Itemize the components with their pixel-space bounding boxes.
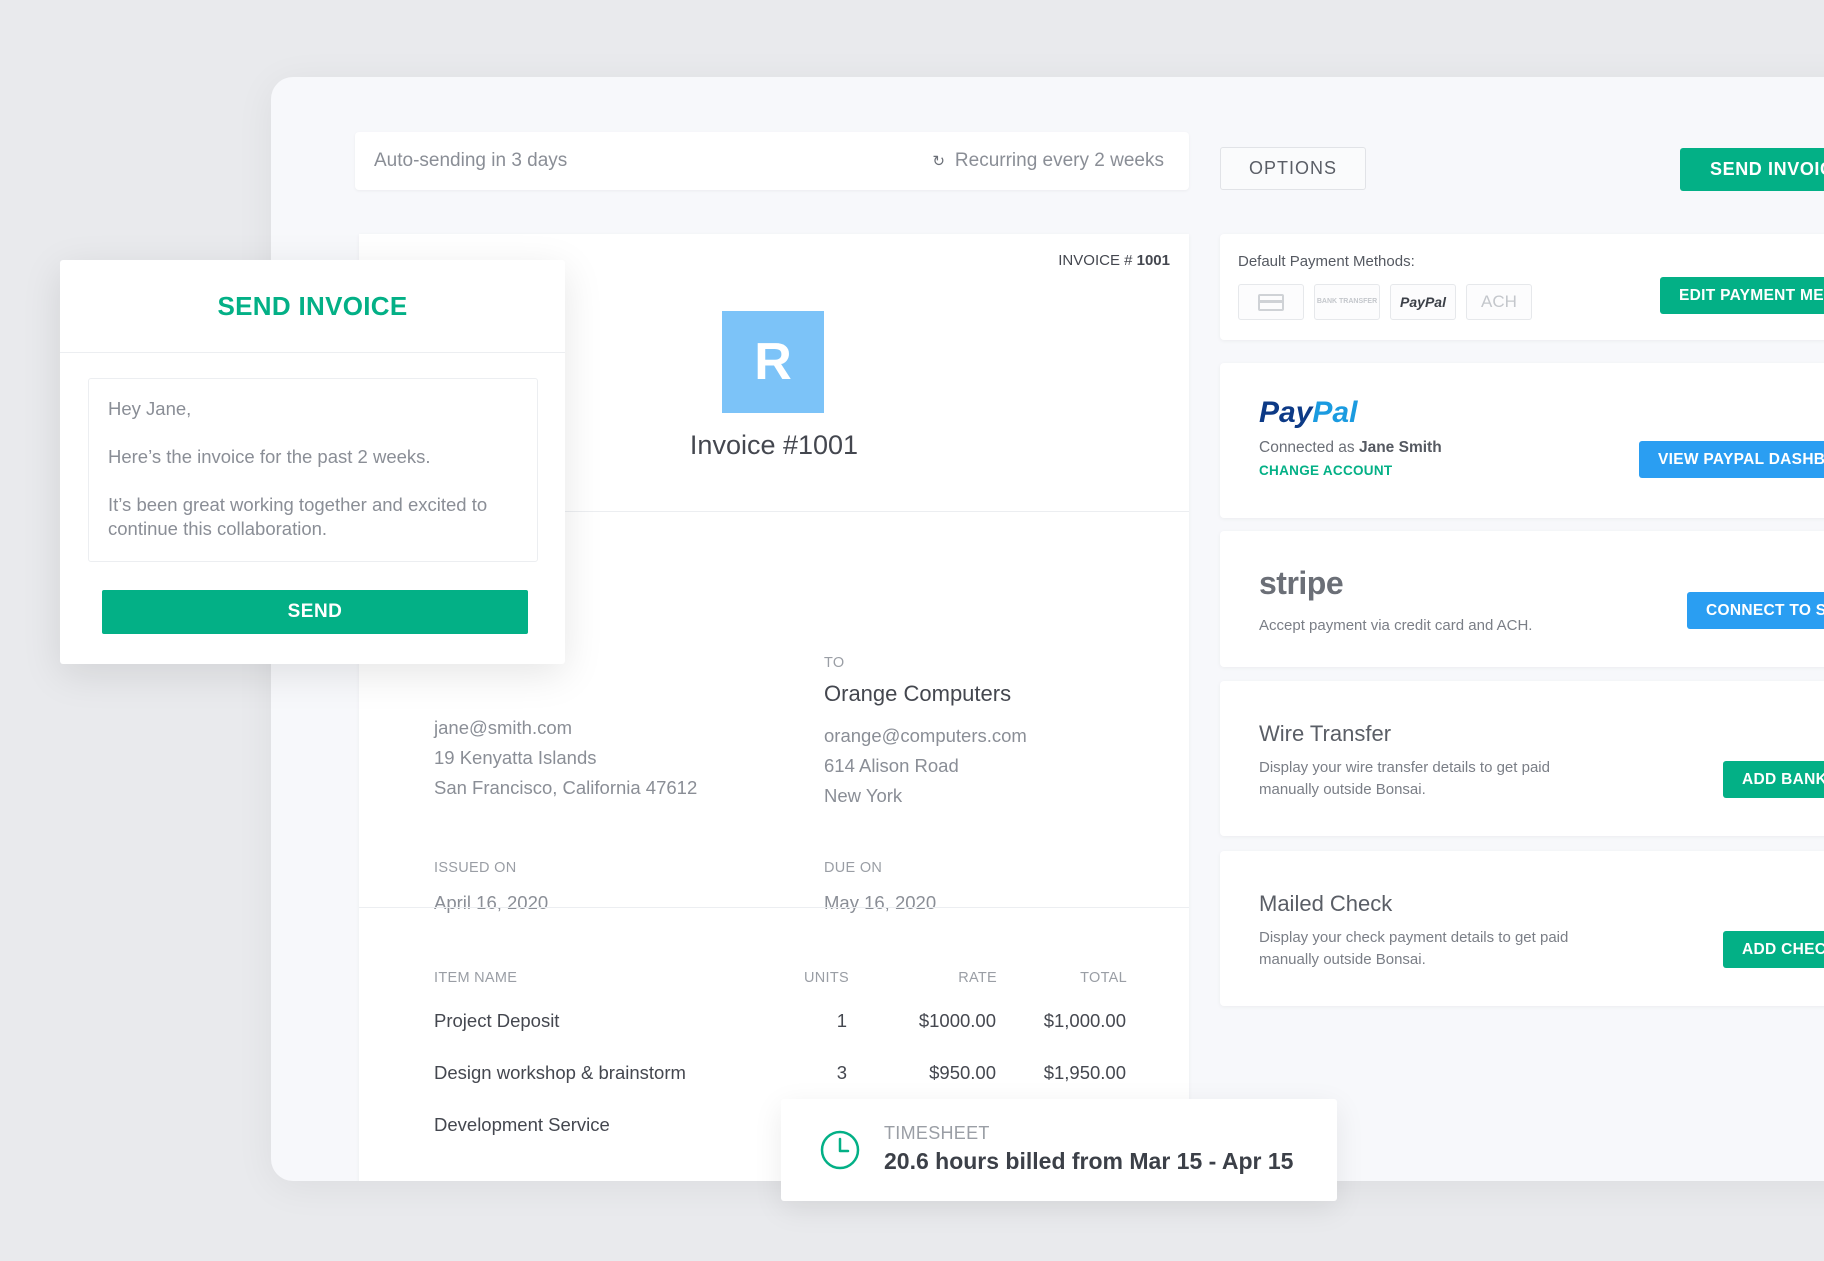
stripe-card: stripe Accept payment via credit card an… xyxy=(1220,531,1824,667)
timesheet-text: 20.6 hours billed from Mar 15 - Apr 15 xyxy=(884,1148,1294,1174)
from-street: 19 Kenyatta Islands xyxy=(434,747,597,768)
send-invoice-button[interactable]: SEND INVOICE xyxy=(1680,148,1824,191)
message-greeting: Hey Jane, xyxy=(108,398,192,419)
to-name: Orange Computers xyxy=(824,681,1012,706)
to-label: TO xyxy=(824,655,845,671)
bank-transfer-icon: BANK TRANSFER xyxy=(1314,284,1380,320)
view-paypal-dashboard-button[interactable]: VIEW PAYPAL DASHBOARD xyxy=(1639,441,1824,478)
ach-icon: ACH xyxy=(1466,284,1532,320)
issued-label: ISSUED ON xyxy=(434,860,517,876)
status-bar: Auto-sending in 3 days ↻ Recurring every… xyxy=(355,132,1189,190)
connect-to-stripe-button[interactable]: CONNECT TO STRIPE xyxy=(1687,592,1824,629)
mailed-check-title: Mailed Check xyxy=(1259,891,1393,916)
issued-date: April 16, 2020 xyxy=(434,892,549,913)
add-check-button[interactable]: ADD CHECK xyxy=(1723,931,1824,968)
to-details: TO Orange Computers orange@computers.com… xyxy=(824,655,1027,811)
payment-method-icons: BANK TRANSFER PayPal ACH xyxy=(1238,284,1532,320)
stripe-logo: stripe xyxy=(1259,565,1344,601)
clock-icon xyxy=(819,1129,861,1176)
company-logo: R xyxy=(722,311,824,413)
col-item-name: ITEM NAME xyxy=(434,970,518,986)
recurring-text: Recurring every 2 weeks xyxy=(954,150,1164,171)
due-label: DUE ON xyxy=(824,860,883,876)
col-total: TOTAL xyxy=(1080,970,1127,986)
stripe-description: Accept payment via credit card and ACH. xyxy=(1259,617,1533,634)
mailed-check-card: Mailed Check Display your check payment … xyxy=(1220,851,1824,1006)
timesheet-card: TIMESHEET 20.6 hours billed from Mar 15 … xyxy=(781,1099,1337,1201)
refresh-icon: ↻ xyxy=(932,153,945,170)
from-city: San Francisco, California 47612 xyxy=(434,777,698,798)
wire-transfer-card: Wire Transfer Display your wire transfer… xyxy=(1220,681,1824,836)
change-account-link[interactable]: CHANGE ACCOUNT xyxy=(1259,463,1392,478)
item-rate: $1000.00 xyxy=(918,1010,996,1031)
col-units: UNITS xyxy=(804,970,849,986)
divider xyxy=(359,907,1189,908)
item-rate: $950.00 xyxy=(929,1062,996,1083)
from-email: jane@smith.com xyxy=(434,717,573,738)
default-payment-methods-card: Default Payment Methods: BANK TRANSFER P… xyxy=(1220,234,1824,340)
item-total: $1,950.00 xyxy=(1043,1062,1126,1083)
auto-sending-text: Auto-sending in 3 days xyxy=(374,150,568,171)
col-rate: RATE xyxy=(958,970,997,986)
from-details: jane@smith.com 19 Kenyatta Islands San F… xyxy=(434,713,697,803)
paypal-logo: PayPal xyxy=(1259,396,1358,429)
paypal-card: PayPal Connected as Jane Smith CHANGE AC… xyxy=(1220,363,1824,518)
credit-card-icon xyxy=(1238,284,1304,320)
timesheet-label: TIMESHEET xyxy=(884,1123,990,1143)
item-total: $1,000.00 xyxy=(1043,1010,1126,1031)
wire-transfer-title: Wire Transfer xyxy=(1259,721,1392,746)
item-units: 1 xyxy=(836,1010,847,1031)
add-bank-button[interactable]: ADD BANK xyxy=(1723,761,1824,798)
to-city: New York xyxy=(824,785,903,806)
message-textarea[interactable]: Hey Jane, Here’s the invoice for the pas… xyxy=(88,378,538,562)
due-date: May 16, 2020 xyxy=(824,892,937,913)
due-on: DUE ON May 16, 2020 xyxy=(824,860,936,914)
invoice-number-prefix: INVOICE # xyxy=(1058,252,1133,269)
paypal-icon: PayPal xyxy=(1390,284,1456,320)
options-button[interactable]: OPTIONS xyxy=(1220,147,1366,190)
mailed-check-description: Display your check payment details to ge… xyxy=(1259,929,1569,968)
item-units: 3 xyxy=(836,1062,847,1083)
recurring-indicator[interactable]: ↻ Recurring every 2 weeks xyxy=(932,150,1164,172)
edit-payment-methods-button[interactable]: EDIT PAYMENT METHODS xyxy=(1660,277,1824,314)
message-line: It’s been great working together and exc… xyxy=(108,494,488,539)
send-invoice-modal: SEND INVOICE Hey Jane, Here’s the invoic… xyxy=(60,260,565,664)
to-email: orange@computers.com xyxy=(824,725,1027,746)
modal-title: SEND INVOICE xyxy=(60,260,565,353)
send-button[interactable]: SEND xyxy=(102,590,528,634)
invoice-number-value: 1001 xyxy=(1136,252,1170,269)
item-name: Project Deposit xyxy=(434,1010,560,1031)
wire-transfer-description: Display your wire transfer details to ge… xyxy=(1259,759,1550,798)
invoice-number: INVOICE # 1001 xyxy=(1058,252,1170,269)
paypal-connected-text: Connected as Jane Smith xyxy=(1259,439,1442,456)
default-payment-label: Default Payment Methods: xyxy=(1238,253,1415,270)
item-name: Design workshop & brainstorm xyxy=(434,1062,686,1083)
issued-on: ISSUED ON April 16, 2020 xyxy=(434,860,548,914)
to-street: 614 Alison Road xyxy=(824,755,959,776)
item-name: Development Service xyxy=(434,1114,610,1135)
message-line: Here’s the invoice for the past 2 weeks. xyxy=(108,446,431,467)
